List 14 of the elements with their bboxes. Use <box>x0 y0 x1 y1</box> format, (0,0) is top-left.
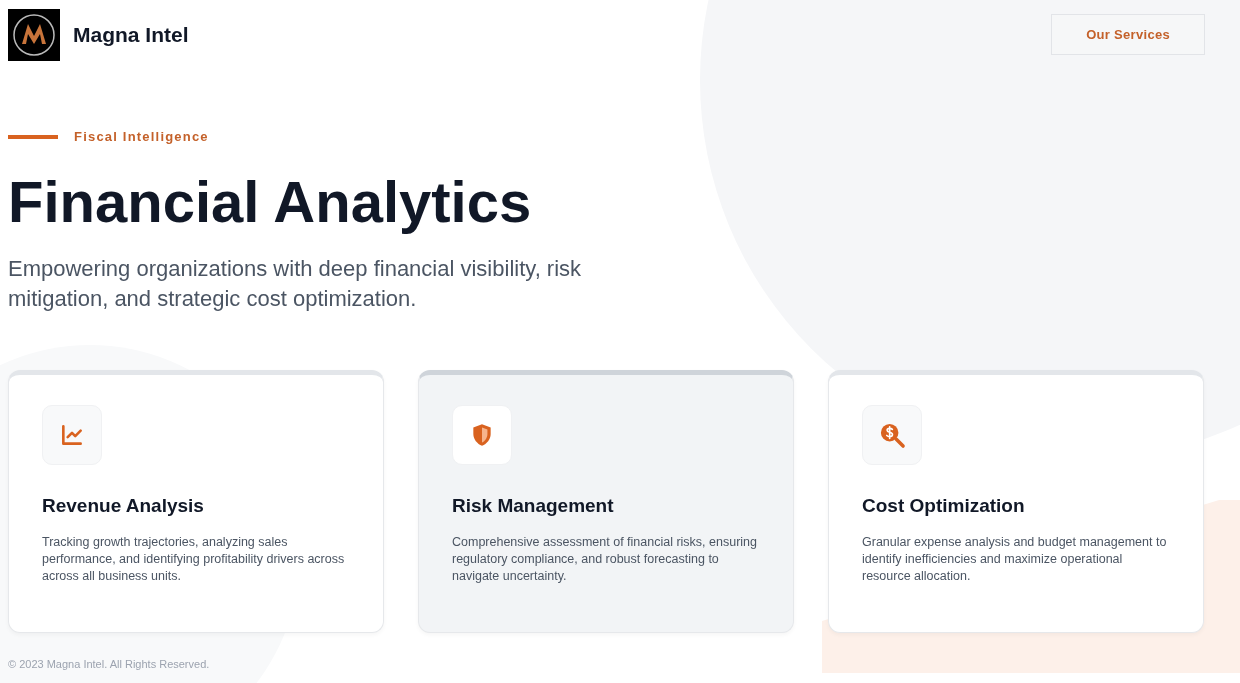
services-button[interactable]: Our Services <box>1051 13 1205 55</box>
card-description: Tracking growth trajectories, analyzing sales performance, and identifying profitability drivers across across all business units. <box>42 534 346 585</box>
brand-name: Magna Intel <box>73 23 189 47</box>
page-title: Financial Analytics <box>8 170 533 234</box>
card-title: Revenue Analysis <box>42 495 205 517</box>
card-title: Cost Optimization <box>862 495 1026 517</box>
line-chart-icon <box>59 422 85 448</box>
eyebrow-label: Fiscal Intelligence <box>74 129 209 144</box>
copyright-text: © 2023 Magna Intel. All Rights Reserved. <box>8 658 211 670</box>
subtitle: Empowering organizations with deep financial visibility, risk mitigation, and strategic cost optimization. <box>8 255 583 313</box>
card-description: Granular expense analysis and budget management to identify inefficiencies and maximize operational resource allocation. <box>862 534 1168 585</box>
card-title: Risk Management <box>452 495 615 517</box>
card-description: Comprehensive assessment of financial risks, ensuring regulatory compliance, and robust forecasting to navigate uncertainty. <box>452 534 758 585</box>
dollar-search-icon <box>878 421 906 449</box>
